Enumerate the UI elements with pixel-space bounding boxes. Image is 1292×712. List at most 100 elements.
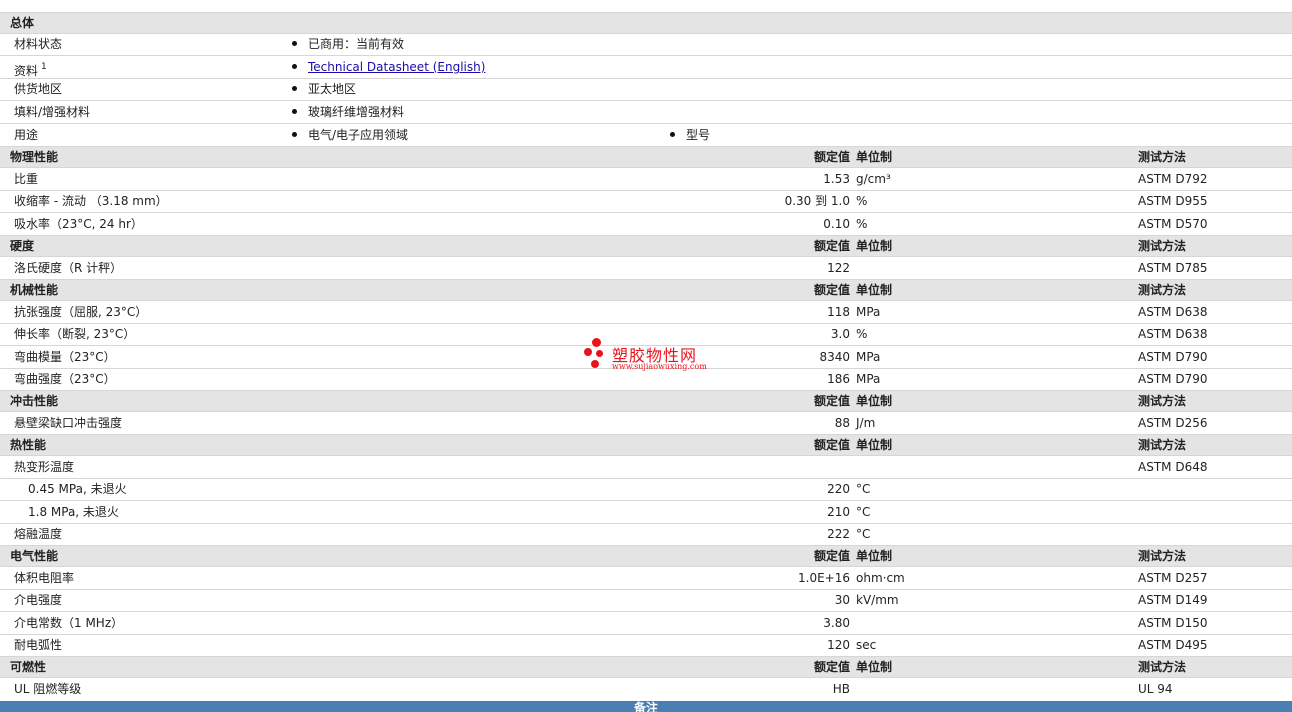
property-label: 耐电弧性: [14, 638, 63, 652]
property-row: 1.8 MPa, 未退火 210 °C: [0, 500, 1292, 523]
property-row: 体积电阻率 1.0E+16 ohm·cm ASTM D257: [0, 566, 1292, 589]
property-test-method: ASTM D638: [1138, 305, 1208, 319]
property-unit: °C: [856, 505, 871, 519]
list-item: 玻璃纤维增强材料: [292, 101, 404, 124]
property-value: 118: [827, 305, 850, 319]
property-row: 介电常数（1 MHz） 3.80 ASTM D150: [0, 611, 1292, 634]
property-value: 30: [834, 593, 850, 607]
column-header-test-method: 测试方法: [1138, 239, 1187, 253]
property-test-method: ASTM D785: [1138, 261, 1208, 275]
property-label: 伸长率（断裂, 23°C）: [14, 327, 136, 341]
section-header-hardness: 硬度 额定值 单位制 测试方法: [0, 235, 1292, 256]
section-title: 硬度: [10, 239, 35, 253]
property-test-method: ASTM D495: [1138, 638, 1208, 652]
property-value: 120: [827, 638, 850, 652]
column-header-unit: 单位制: [856, 239, 893, 253]
column-header-unit: 单位制: [856, 150, 893, 164]
property-row: 热变形温度 ASTM D648: [0, 455, 1292, 478]
property-value: 122: [827, 261, 850, 275]
property-unit: %: [856, 194, 868, 208]
bullet-icon: [292, 132, 297, 137]
row-documents: 资料 1 Technical Datasheet (English): [0, 55, 1292, 78]
property-label: 吸水率（23°C, 24 hr）: [14, 217, 143, 231]
property-unit: kV/mm: [856, 593, 899, 607]
property-row: 0.45 MPa, 未退火 220 °C: [0, 478, 1292, 500]
column-header-value: 额定值: [813, 283, 850, 297]
property-unit: J/m: [856, 416, 876, 430]
section-title: 物理性能: [10, 150, 59, 164]
property-value: 210: [827, 505, 850, 519]
section-header-mechanical: 机械性能 额定值 单位制 测试方法: [0, 279, 1292, 300]
property-test-method: ASTM D790: [1138, 350, 1208, 364]
property-row: UL 阻燃等级 HB UL 94: [0, 677, 1292, 700]
column-header-value: 额定值: [813, 660, 850, 674]
property-label: 洛氏硬度（R 计秤）: [14, 261, 123, 275]
property-test-method: ASTM D150: [1138, 616, 1208, 630]
property-test-method: ASTM D792: [1138, 172, 1208, 186]
section-header-general: 总体: [0, 12, 1292, 33]
property-value: 88: [834, 416, 850, 430]
property-row: 耐电弧性 120 sec ASTM D495: [0, 634, 1292, 656]
property-test-method: ASTM D955: [1138, 194, 1208, 208]
property-value: 0.10: [823, 217, 850, 231]
section-title: 机械性能: [10, 283, 59, 297]
datasheet-link[interactable]: Technical Datasheet (English): [308, 60, 485, 74]
row-label: 填料/增强材料: [14, 105, 91, 119]
property-test-method: UL 94: [1138, 682, 1173, 696]
bullet-icon: [292, 109, 297, 114]
property-value: 220: [827, 482, 850, 496]
property-unit: sec: [856, 638, 877, 652]
property-unit: °C: [856, 482, 871, 496]
section-title: 冲击性能: [10, 394, 59, 408]
property-row: 收缩率 - 流动 （3.18 mm） 0.30 到 1.0% ASTM D955: [0, 190, 1292, 212]
property-unit: g/cm³: [856, 172, 891, 186]
property-value: 3.80: [823, 616, 850, 630]
column-header-value: 额定值: [813, 239, 850, 253]
bullet-icon: [292, 64, 297, 69]
datasheet-table: 总体 材料状态 已商用：当前有效 资料 1 Technical Datasheet…: [0, 12, 1292, 700]
property-test-method: ASTM D256: [1138, 416, 1208, 430]
property-value: 8340: [819, 350, 850, 364]
footnote-marker: 1: [41, 62, 47, 72]
property-label: 体积电阻率: [14, 571, 75, 585]
section-header-physical: 物理性能 额定值 单位制 测试方法: [0, 146, 1292, 167]
property-row: 悬壁梁缺口冲击强度 88 J/m ASTM D256: [0, 411, 1292, 434]
property-label: 抗张强度（屈服, 23°C）: [14, 305, 148, 319]
property-label: 热变形温度: [14, 460, 75, 474]
property-row: 弯曲强度（23°C） 186 MPa ASTM D790: [0, 368, 1292, 390]
list-item: 型号: [670, 124, 710, 147]
property-unit: %: [856, 327, 868, 341]
row-material-status: 材料状态 已商用：当前有效: [0, 33, 1292, 55]
column-header-value: 额定值: [813, 438, 850, 452]
property-value: 0.30 到 1.0: [784, 194, 850, 208]
property-value: 186: [827, 372, 850, 386]
bullet-icon: [670, 132, 675, 137]
property-unit: MPa: [856, 372, 881, 386]
section-header-impact: 冲击性能 额定值 单位制 测试方法: [0, 390, 1292, 411]
row-uses: 用途 电气/电子应用领域 型号: [0, 123, 1292, 146]
property-label: 收缩率 - 流动 （3.18 mm）: [14, 194, 168, 208]
property-test-method: ASTM D648: [1138, 460, 1208, 474]
column-header-value: 额定值: [813, 150, 850, 164]
row-label: 材料状态: [14, 37, 63, 51]
property-label: 悬壁梁缺口冲击强度: [14, 416, 123, 430]
row-region: 供货地区 亚太地区: [0, 78, 1292, 100]
column-header-test-method: 测试方法: [1138, 283, 1187, 297]
list-item: Technical Datasheet (English): [292, 56, 485, 79]
notes-bar: 备注: [0, 701, 1292, 712]
column-header-unit: 单位制: [856, 283, 893, 297]
section-title: 电气性能: [10, 549, 59, 563]
section-title: 可燃性: [10, 660, 47, 674]
column-header-unit: 单位制: [856, 394, 893, 408]
property-sections: 物理性能 额定值 单位制 测试方法 比重 1.53 g/cm³ ASTM D792 收缩率 - …: [0, 146, 1292, 700]
property-row: 介电强度 30 kV/mm ASTM D149: [0, 589, 1292, 611]
column-header-value: 额定值: [813, 549, 850, 563]
column-header-test-method: 测试方法: [1138, 438, 1187, 452]
property-row: 洛氏硬度（R 计秤） 122 ASTM D785: [0, 256, 1292, 279]
property-unit: %: [856, 217, 868, 231]
property-row: 比重 1.53 g/cm³ ASTM D792: [0, 167, 1292, 190]
property-label: UL 阻燃等级: [14, 682, 82, 696]
column-header-test-method: 测试方法: [1138, 394, 1187, 408]
section-header-flammability: 可燃性 额定值 单位制 测试方法: [0, 656, 1292, 677]
property-label: 弯曲模量（23°C）: [14, 350, 116, 364]
